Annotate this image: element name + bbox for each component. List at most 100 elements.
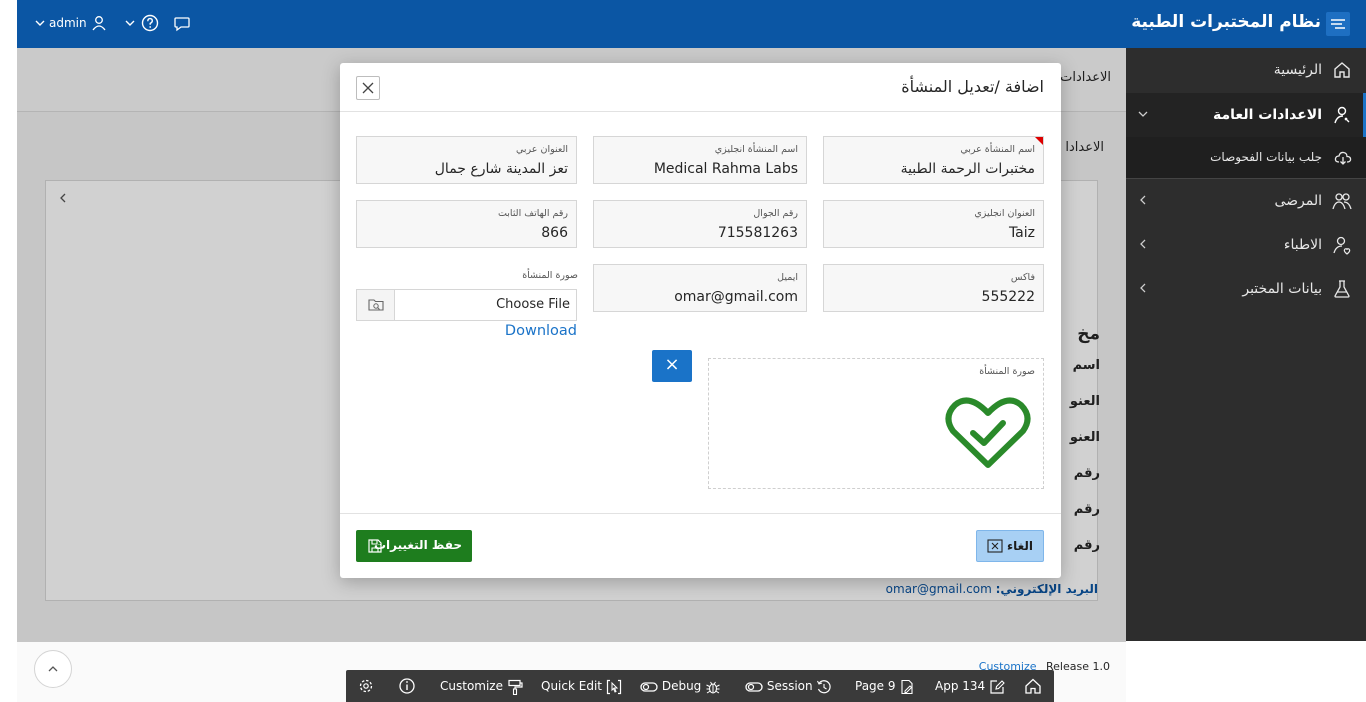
toolbar-customize[interactable]: Customize [440,670,523,702]
sidebar-item-label: الرئيسية [1273,62,1322,78]
field-value[interactable]: مختبرات الرحمة الطبية [901,161,1035,177]
chevron-down-icon[interactable] [1136,107,1150,121]
sidebar-item-patients[interactable]: المرضى [1126,179,1366,223]
page-edit-icon [899,679,915,695]
info-icon[interactable] [398,670,418,702]
history-icon [816,679,832,695]
field-value[interactable]: 715581263 [718,225,798,241]
sidebar: الرئيسية الاعدادات العامة جلب بيانات الف… [1126,48,1366,641]
choose-file-label[interactable]: Choose File [496,297,570,312]
user-name[interactable]: admin [49,16,87,30]
toolbar-app[interactable]: App 134 [935,670,1005,702]
sidebar-item-label: جلب بيانات الفحوصات [1210,150,1322,164]
cancel-button[interactable]: الغاء [976,530,1044,562]
field-label: رقم الهاتف الثابت [497,208,568,219]
sidebar-item-label: بيانات المختبر [1242,281,1322,297]
field-label: فاكس [1010,272,1035,283]
save-changes-button[interactable]: حفظ التغييرات [356,530,472,562]
sidebar-item-general-settings[interactable]: الاعدادات العامة [1126,93,1366,137]
sidebar-item-label: المرضى [1274,193,1322,209]
settings-gear-icon[interactable] [356,670,378,702]
close-icon [362,82,374,94]
menu-toggle-icon[interactable] [1326,12,1350,36]
dialog-footer-divider [340,513,1061,514]
field-value[interactable]: 555222 [982,289,1035,305]
sidebar-item-lab-data[interactable]: بيانات المختبر [1126,267,1366,311]
save-label: حفظ التغييرات [373,538,462,552]
field-value[interactable]: 866 [541,225,568,241]
email-field[interactable]: ايميل omar@gmail.com [593,264,807,312]
sidebar-item-doctors[interactable]: الاطباء [1126,223,1366,267]
feedback-icon[interactable] [173,15,191,33]
scroll-top-button[interactable] [34,650,72,688]
paint-roller-icon [507,679,523,695]
field-label: رقم الجوال [753,208,798,219]
quick-edit-label: Quick Edit [541,679,602,693]
quick-edit-icon [606,679,622,695]
chevron-left-icon[interactable] [1136,237,1150,251]
toolbar-home-icon[interactable] [1024,670,1044,702]
release-label: Release 1.0 [1046,660,1110,673]
help-chevron-icon[interactable] [125,16,135,30]
image-upload-label: صورة المنشأة [522,270,578,281]
toolbar-quick-edit[interactable]: Quick Edit [541,670,622,702]
field-value[interactable]: Taiz [1009,225,1035,241]
file-input[interactable]: Choose File [356,289,577,321]
field-value[interactable]: تعز المدينة شارع جمال [435,161,568,177]
chevron-down-icon[interactable] [35,16,45,30]
phone-field[interactable]: رقم الهاتف الثابت 866 [356,200,577,248]
required-marker [1035,137,1043,145]
field-label: ايميل [777,272,798,283]
address-en-field[interactable]: العنوان انجليزي Taiz [823,200,1044,248]
top-bar: admin نظام المختبرات الطبية [17,0,1366,48]
image-display-label: صورة المنشأة [979,366,1035,377]
fax-field[interactable]: فاكس 555222 [823,264,1044,312]
users-icon [1332,191,1352,211]
chevron-left-icon[interactable] [1136,281,1150,295]
field-value[interactable]: Medical Rahma Labs [654,161,798,177]
chevron-left-icon[interactable] [1136,193,1150,207]
toolbar-debug[interactable]: Debug [640,670,721,702]
toolbar-session[interactable]: Session [745,670,832,702]
bug-icon [705,679,721,695]
close-button[interactable] [356,76,380,100]
image-display: صورة المنشأة [708,358,1044,489]
heart-check-icon [945,395,1031,471]
field-label: اسم المنشأة انجليزي [714,144,798,155]
edit-icon [989,679,1005,695]
field-value[interactable]: omar@gmail.com [674,289,798,305]
app-label: App 134 [935,679,986,693]
toggle-icon [640,681,658,693]
address-ar-field[interactable]: العنوان عربي تعز المدينة شارع جمال [356,136,577,184]
remove-image-button[interactable]: × [652,350,692,382]
page-label: Page 9 [855,679,896,693]
toolbar-page[interactable]: Page 9 [855,670,915,702]
cloud-download-icon [1334,149,1352,167]
sidebar-item-fetch-tests[interactable]: جلب بيانات الفحوصات [1126,137,1366,178]
chevron-up-icon [48,666,58,672]
sidebar-item-label: الاعدادات العامة [1213,107,1322,123]
doctor-icon [1332,235,1352,255]
browse-icon[interactable] [357,290,395,320]
debug-label: Debug [661,679,702,693]
cancel-label: الغاء [1006,539,1033,553]
name-ar-field[interactable]: اسم المنشأة عربي مختبرات الرحمة الطبية [823,136,1044,184]
session-label: Session [766,679,813,693]
user-settings-icon [1332,105,1352,125]
help-icon[interactable] [141,14,159,32]
dialog-title: اضافة /تعديل المنشأة [901,77,1044,96]
field-label: العنوان انجليزي [974,208,1035,219]
flask-icon [1332,279,1352,299]
field-label: اسم المنشأة عربي [960,144,1035,155]
sidebar-item-label: الاطباء [1283,237,1322,253]
download-link[interactable]: Download [505,323,577,339]
mobile-field[interactable]: رقم الجوال 715581263 [593,200,807,248]
toggle-icon [745,681,763,693]
field-label: العنوان عربي [516,144,568,155]
cancel-icon [987,539,1003,553]
name-en-field[interactable]: اسم المنشأة انجليزي Medical Rahma Labs [593,136,807,184]
toolbar-customize-label: Customize [440,679,503,693]
app-title[interactable]: نظام المختبرات الطبية [1131,12,1321,32]
sidebar-item-home[interactable]: الرئيسية [1126,48,1366,92]
user-icon[interactable] [91,15,107,31]
